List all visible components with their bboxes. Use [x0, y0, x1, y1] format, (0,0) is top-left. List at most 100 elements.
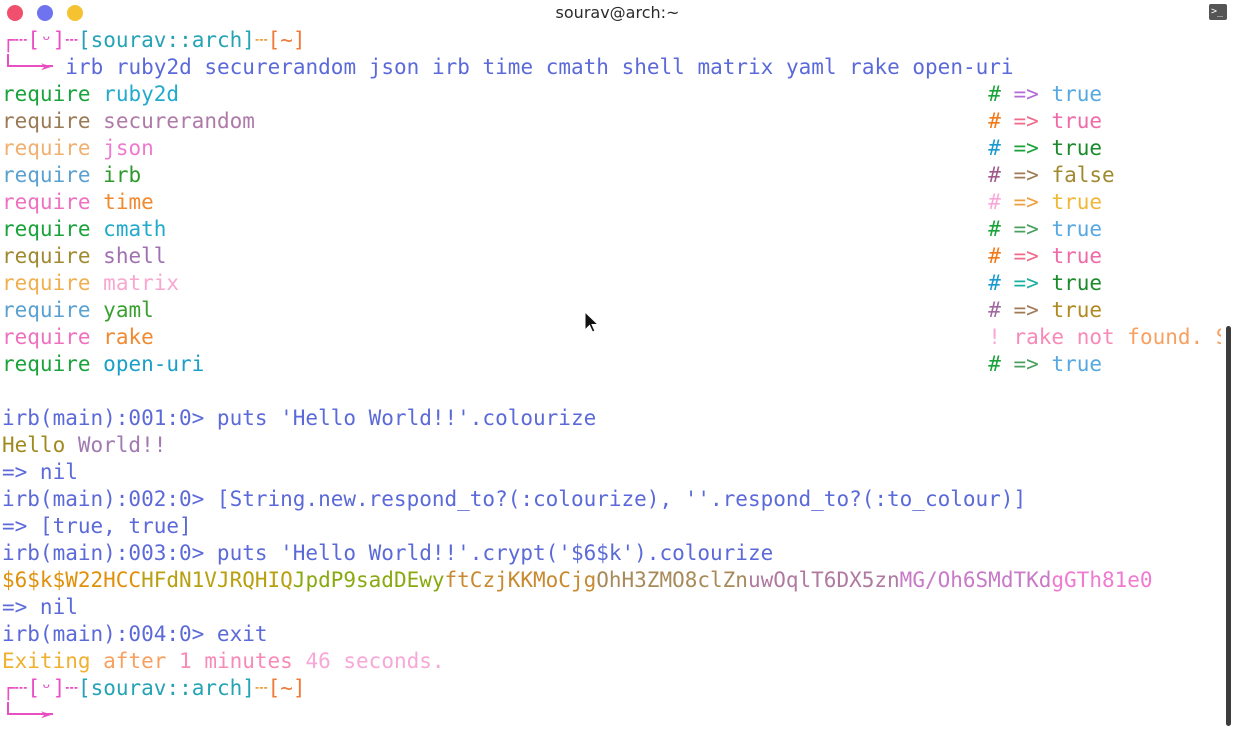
comment-hash: # — [988, 352, 1001, 376]
session-text: gGTh81e0 — [1051, 568, 1153, 592]
require-line: require matrix # => true — [2, 270, 1221, 297]
result-arrow: => — [1013, 109, 1039, 133]
require-result: true — [1051, 217, 1103, 241]
require-line: require open-uri # => true — [2, 351, 1221, 378]
require-result: true — [1051, 136, 1103, 160]
require-result: true — [1051, 271, 1103, 295]
require-result: true — [1051, 109, 1103, 133]
session-text: Hello — [2, 433, 66, 457]
require-result: true — [1051, 352, 1103, 376]
require-library: rake — [103, 325, 154, 349]
require-library: shell — [103, 244, 167, 268]
session-text: irb(main):002:0> [String.new.respond_to?… — [2, 487, 1027, 511]
prompt-segment: [~] — [267, 676, 306, 700]
prompt-connector — [2, 54, 53, 81]
session-text: 1 minutes — [179, 649, 306, 673]
require-line: require json # => true — [2, 135, 1221, 162]
require-keyword: require — [2, 136, 91, 160]
session-line: $6$k$W22HCCHFdN1VJRQHIQJpdP9sadDEwyftCzj… — [2, 567, 1221, 594]
session-line: irb(main):003:0> puts 'Hello World!!'.cr… — [2, 540, 1221, 567]
require-line: require rake ! rake not found. Skipping. — [2, 324, 1221, 351]
prompt-line: ┌┄[ᵕ]┄[sourav::arch]┄[~] — [2, 675, 1221, 702]
require-keyword: require — [2, 82, 91, 106]
session-text: => [true, true] — [2, 514, 192, 538]
require-line: require ruby2d # => true — [2, 81, 1221, 108]
require-result: true — [1051, 82, 1103, 106]
mouse-cursor-icon — [584, 311, 600, 333]
require-warning: rake not — [1013, 325, 1128, 349]
require-library: securerandom — [103, 109, 255, 133]
prompt-segment: ┄ — [254, 28, 268, 52]
session-text: irb(main):003:0> puts 'Hello World!!'.cr… — [2, 541, 774, 565]
session-text: uwOqlT6DX5zn — [747, 568, 900, 592]
terminal-icon[interactable]: >_ — [1209, 4, 1227, 20]
session-text: ftCzjKKMoCjg — [444, 568, 597, 592]
result-arrow: => — [1013, 244, 1039, 268]
prompt-segment: ┌ — [2, 676, 15, 700]
session-line: Hello World!! — [2, 432, 1221, 459]
session-line: => nil — [2, 459, 1221, 486]
session-line: irb(main):004:0> exit — [2, 621, 1221, 648]
require-line: require yaml # => true — [2, 297, 1221, 324]
session-line: => [true, true] — [2, 513, 1221, 540]
session-text: World!! — [65, 433, 167, 457]
result-arrow: => — [1013, 271, 1039, 295]
require-library: matrix — [103, 271, 180, 295]
session-text: OhH3ZMO8clZn — [596, 568, 748, 592]
require-library: irb — [103, 163, 142, 187]
require-line: require cmath # => true — [2, 216, 1221, 243]
session-text: 46 seconds. — [305, 649, 445, 673]
prompt-segment: ┄ — [14, 676, 28, 700]
session-text: irb(main):001:0> puts 'Hello World!!'.co… — [2, 406, 597, 430]
require-keyword: require — [2, 217, 91, 241]
require-line: require time # => true — [2, 189, 1221, 216]
require-library: json — [103, 136, 154, 160]
comment-hash: # — [988, 136, 1001, 160]
comment-hash: # — [988, 82, 1001, 106]
comment-hash: # — [988, 298, 1001, 322]
prompt-segment: [ — [27, 676, 40, 700]
comment-hash: # — [988, 109, 1001, 133]
prompt-input-line: ➢ irb ruby2d securerandom json irb time … — [2, 54, 1221, 81]
require-line: require shell # => true — [2, 243, 1221, 270]
session-text: $6$k$W22HCC — [2, 568, 142, 592]
result-arrow: => — [1013, 163, 1039, 187]
prompt-input-line: ➢ — [2, 702, 1221, 729]
result-arrow: => — [1013, 136, 1039, 160]
session-text: irb(main):004:0> exit — [2, 622, 268, 646]
require-keyword: require — [2, 163, 91, 187]
session-line: => nil — [2, 594, 1221, 621]
require-keyword: require — [2, 325, 91, 349]
prompt-segment: ] — [52, 676, 66, 700]
require-result: true — [1051, 244, 1103, 268]
session-text: Exiting — [2, 649, 91, 673]
session-text: after — [90, 649, 180, 673]
result-arrow: => — [1013, 190, 1039, 214]
prompt-segment: [sourav::arch] — [77, 676, 255, 700]
result-arrow: => — [1013, 217, 1039, 241]
session-text: HFdN1VJRQHIQ — [141, 568, 293, 592]
prompt-segment: ┌ — [2, 28, 15, 52]
prompt-line: ┌┄[ᵕ]┄[sourav::arch]┄[~] — [2, 27, 1221, 54]
comment-hash: # — [988, 217, 1001, 241]
require-keyword: require — [2, 244, 91, 268]
require-library: yaml — [103, 298, 154, 322]
session-line: irb(main):001:0> puts 'Hello World!!'.co… — [2, 405, 1221, 432]
result-arrow: => — [1013, 82, 1039, 106]
prompt-segment: ᵕ — [39, 676, 53, 700]
session-line: Exiting after 1 minutes 46 seconds. — [2, 648, 1221, 675]
require-library: time — [103, 190, 154, 214]
command-text: irb ruby2d securerandom json irb time cm… — [52, 55, 1014, 79]
scrollbar[interactable] — [1226, 326, 1231, 726]
prompt-connector — [2, 702, 53, 729]
comment-hash: # — [988, 163, 1001, 187]
prompt-segment: [~] — [267, 28, 306, 52]
require-keyword: require — [2, 271, 91, 295]
require-library: cmath — [103, 217, 167, 241]
require-warning: ! — [988, 325, 1014, 349]
terminal-output[interactable]: ┌┄[ᵕ]┄[sourav::arch]┄[~] ➢ irb ruby2d sec… — [2, 27, 1221, 729]
comment-hash: # — [988, 190, 1001, 214]
require-keyword: require — [2, 352, 91, 376]
require-keyword: require — [2, 298, 91, 322]
